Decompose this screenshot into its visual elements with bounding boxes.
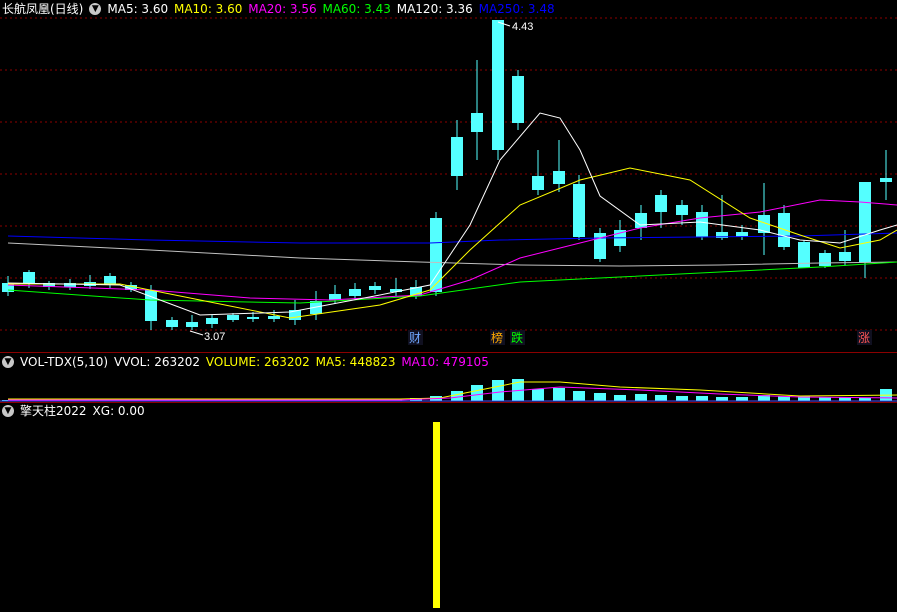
candle-body-39	[798, 242, 810, 268]
volume-bar-26	[532, 389, 544, 401]
candle-body-25	[512, 76, 524, 123]
candle-body-22	[451, 137, 463, 176]
volume-chart[interactable]	[0, 352, 897, 404]
candle-body-41	[839, 252, 851, 261]
volume-bar-33	[676, 396, 688, 401]
candle-body-21	[430, 218, 442, 292]
candle-body-18	[369, 286, 381, 290]
volume-bar-28	[573, 391, 585, 401]
candle-body-27	[553, 171, 565, 184]
volume-bar-30	[614, 395, 626, 401]
candle-body-8	[166, 320, 178, 327]
volume-bar-27	[553, 388, 565, 401]
volume-bar-24	[492, 380, 504, 401]
candlestick-chart[interactable]: 4.43 3.07 财 榜跌 涨	[0, 0, 897, 352]
low-label: 3.07	[204, 331, 225, 343]
candle-body-1	[23, 272, 35, 284]
marker-3: 涨	[858, 330, 870, 345]
candle-body-13	[268, 316, 280, 319]
marker-1: 榜	[491, 330, 503, 345]
volume-bar-29	[594, 393, 606, 401]
candle-body-40	[819, 253, 831, 266]
candle-body-9	[186, 322, 198, 327]
volume-bar-35	[716, 397, 728, 401]
marker-2: 跌	[511, 330, 523, 345]
high-label: 4.43	[512, 21, 533, 33]
marker-0: 财	[409, 331, 421, 345]
low-pointer	[189, 330, 204, 336]
candle-body-23	[471, 113, 483, 132]
volume-bar-32	[655, 395, 667, 401]
candle-body-43	[880, 178, 892, 182]
candle-body-11	[227, 315, 239, 320]
candle-body-12	[247, 317, 259, 319]
indicator-chart[interactable]	[0, 402, 897, 612]
candle-body-24	[492, 20, 504, 150]
candle-body-10	[206, 318, 218, 324]
candle-body-32	[655, 195, 667, 212]
signal-bar	[433, 422, 440, 608]
volume-bar-22	[451, 391, 463, 401]
volume-bar-36	[736, 397, 748, 401]
volume-bar-23	[471, 385, 483, 401]
candle-body-42	[859, 182, 871, 262]
candle-body-17	[349, 289, 361, 296]
candle-body-34	[696, 212, 708, 237]
candle-body-31	[635, 213, 647, 228]
volume-bar-31	[635, 394, 647, 401]
candle-body-33	[676, 205, 688, 215]
candle-body-26	[532, 176, 544, 190]
candle-body-28	[573, 184, 585, 237]
volume-bar-34	[696, 396, 708, 401]
